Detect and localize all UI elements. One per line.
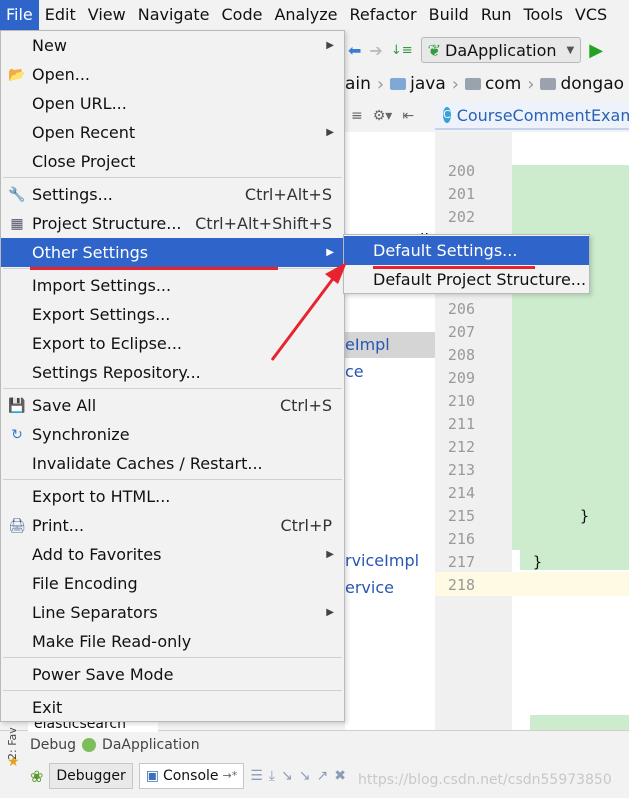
annotation-arrow-icon (270, 262, 347, 361)
ide-window: File Edit View Navigate Code Analyze Ref… (0, 0, 629, 798)
